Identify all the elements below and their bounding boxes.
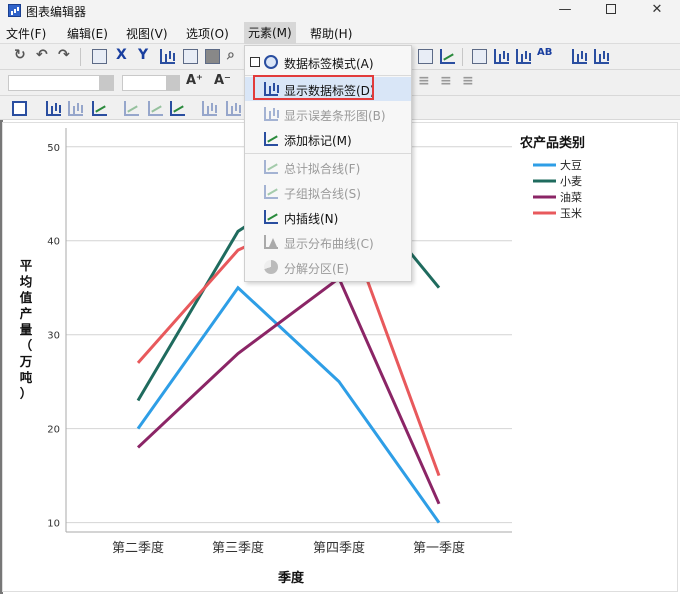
menu-add-markers[interactable]: 添加标记(M) — [245, 127, 411, 151]
menu-explode-slice[interactable]: 分解分区(E) — [245, 255, 411, 279]
x-tick-label: 第四季度 — [313, 540, 365, 556]
menu-subgroup-fit-line[interactable]: 子组拟合线(S) — [245, 180, 411, 204]
menu-distribution-curve[interactable]: 显示分布曲线(C) — [245, 230, 411, 254]
menu-data-label-mode[interactable]: 数据标签模式(A) — [245, 50, 411, 74]
marker-icon — [264, 132, 278, 146]
interpolation-line-icon — [264, 210, 278, 224]
menu-interpolation-line[interactable]: 内插线(N) — [245, 205, 411, 229]
checkbox-icon — [250, 57, 260, 67]
error-bar-icon — [264, 107, 278, 121]
y-tick-label: 50 — [47, 143, 60, 154]
fit-line-icon — [264, 160, 278, 174]
menu-total-fit-line[interactable]: 总计拟合线(F) — [245, 155, 411, 179]
legend-item: 大豆 — [560, 158, 582, 172]
legend-item: 玉米 — [560, 207, 582, 220]
y-axis-label: 平均值产量（万吨） — [19, 258, 33, 401]
x-tick-label: 第一季度 — [413, 540, 465, 556]
y-tick-label: 10 — [47, 519, 60, 530]
x-tick-label: 第二季度 — [112, 540, 164, 556]
data-label-mode-icon — [264, 55, 278, 69]
legend-item: 油菜 — [560, 190, 582, 204]
y-tick-label: 30 — [47, 331, 60, 342]
x-axis-label: 季度 — [277, 570, 305, 586]
distribution-curve-icon — [264, 235, 278, 249]
highlight-annotation-box — [253, 75, 374, 100]
y-tick-label: 20 — [47, 425, 60, 436]
legend-title: 农产品类别 — [519, 135, 585, 151]
x-tick-label: 第三季度 — [212, 540, 264, 556]
explode-slice-icon — [264, 260, 278, 274]
subgroup-fit-icon — [264, 185, 278, 199]
legend-item: 小麦 — [560, 175, 582, 188]
menu-show-error-bars[interactable]: 显示误差条形图(B) — [245, 102, 411, 126]
y-tick-label: 40 — [47, 237, 60, 248]
